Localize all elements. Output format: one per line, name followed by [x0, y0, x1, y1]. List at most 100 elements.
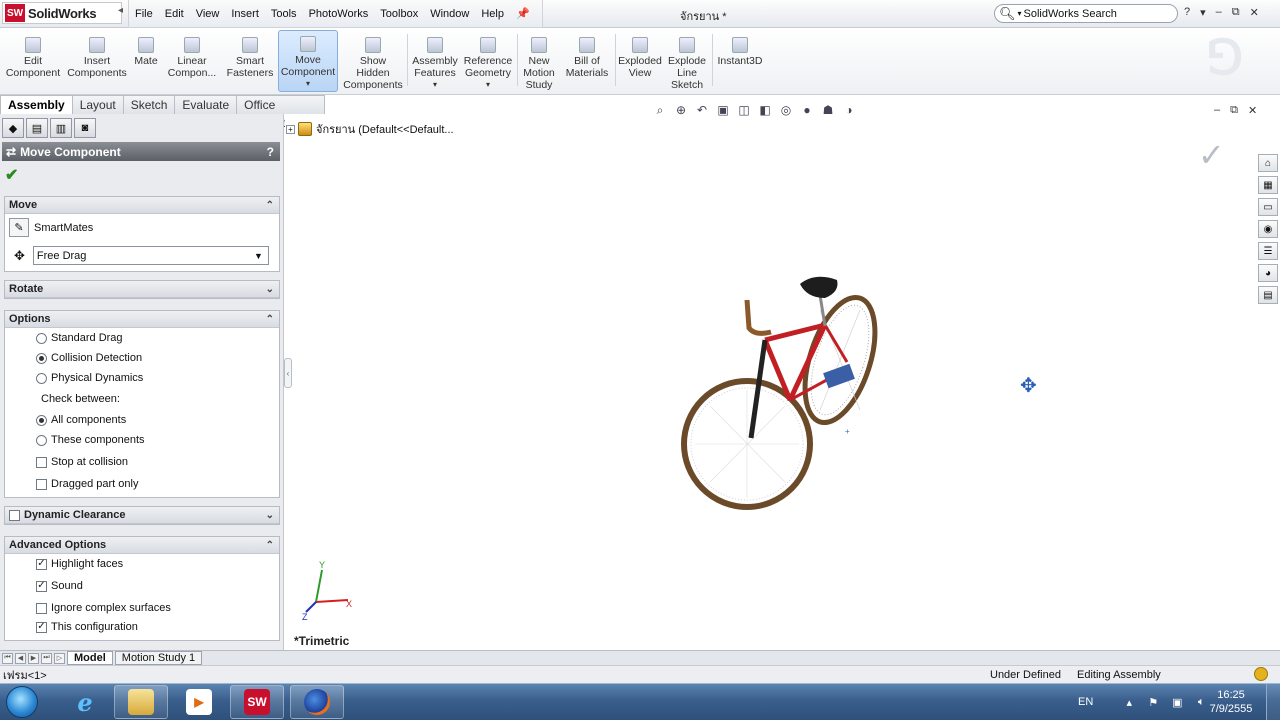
collapse-icon[interactable]: ⌃ — [266, 200, 274, 211]
search-box[interactable]: 🔍︎ ▾ SolidWorks Search — [994, 4, 1178, 23]
solidworks-resources-icon[interactable]: ⌂ — [1258, 154, 1278, 172]
tab-sketch[interactable]: Sketch — [122, 95, 176, 114]
menu-photoworks[interactable]: PhotoWorks — [303, 8, 375, 20]
collapse-icon[interactable]: ⌃ — [266, 540, 274, 551]
expand-icon[interactable]: ⌄ — [266, 284, 274, 295]
display-manager-tab-icon[interactable]: ◙ — [74, 118, 96, 138]
checkbox[interactable]: ✓ — [36, 580, 47, 592]
help-dropdown-button[interactable]: ▾ — [1200, 6, 1206, 19]
view-settings-icon[interactable]: ◑ — [841, 102, 857, 118]
apply-scene-icon[interactable]: ☗ — [820, 102, 836, 118]
radio-collision-detection[interactable]: Collision Detection — [36, 352, 142, 364]
frame[interactable] — [748, 294, 849, 439]
move-mode-select[interactable]: Free Drag ▼ — [32, 246, 269, 265]
menu-window[interactable]: Window — [424, 8, 475, 20]
action-center-flag-icon[interactable]: ⚑ — [1145, 695, 1161, 709]
section-view-icon[interactable]: ▣ — [715, 102, 731, 118]
radio-button[interactable] — [36, 332, 47, 344]
viewport-close-button[interactable]: ✕ — [1248, 104, 1257, 117]
end-tab-icon[interactable]: ▷ — [54, 652, 65, 664]
radio-button[interactable] — [36, 434, 47, 446]
radio-these-components[interactable]: These components — [36, 434, 145, 446]
smart-fasteners-button[interactable]: Smart Fasteners — [222, 28, 278, 95]
collapse-icon[interactable]: ⌃ — [266, 314, 274, 325]
pin-menu-icon[interactable]: 📌 — [510, 7, 536, 20]
tab-model[interactable]: Model — [67, 651, 113, 665]
menu-tools[interactable]: Tools — [265, 8, 303, 20]
tab-evaluate[interactable]: Evaluate — [174, 95, 238, 114]
help-button[interactable]: ? — [1184, 6, 1190, 19]
system-clock[interactable]: 16:25 7/9/2555 — [1206, 688, 1256, 716]
move-component-button[interactable]: Move Component ▾ — [278, 30, 338, 92]
saddle[interactable] — [800, 276, 838, 298]
smartmates-icon[interactable]: ✎ — [9, 218, 29, 237]
expand-icon[interactable]: ⌄ — [266, 510, 274, 521]
assembly-features-button[interactable]: Assembly Features ▾ — [410, 28, 460, 95]
menu-file[interactable]: File — [129, 8, 159, 20]
taskbar-windows-explorer[interactable] — [114, 685, 168, 719]
rear-wheel[interactable] — [791, 289, 880, 431]
checkbox-dragged-part-only[interactable]: Dragged part only — [36, 478, 138, 490]
show-hidden-icons-icon[interactable]: ▴ — [1121, 695, 1137, 709]
prev-tab-icon[interactable]: ◀ — [15, 652, 26, 664]
close-button[interactable]: ✕ — [1250, 6, 1259, 19]
menu-edit[interactable]: Edit — [159, 8, 190, 20]
menu-help[interactable]: Help — [475, 8, 510, 20]
taskbar-media-player[interactable]: ▶ — [172, 685, 226, 719]
dynamic-clearance-checkbox[interactable] — [9, 509, 20, 521]
next-tab-icon[interactable]: ▶ — [28, 652, 39, 664]
show-desktop-button[interactable] — [1266, 684, 1280, 720]
bill-of-materials-button[interactable]: Bill of Materials — [561, 28, 613, 95]
menu-view[interactable]: View — [190, 8, 226, 20]
search-icon[interactable]: 🔍︎ — [999, 6, 1016, 22]
expand-icon[interactable]: + — [286, 124, 295, 134]
checkbox[interactable]: ✓ — [36, 621, 47, 633]
hide-show-items-icon[interactable]: ◎ — [778, 102, 794, 118]
move-dropdown-icon[interactable]: ▾ — [306, 78, 310, 90]
tab-layout[interactable]: Layout — [71, 95, 124, 114]
rotate-group-header[interactable]: Rotate ⌄ — [5, 281, 279, 298]
viewport-restore-button[interactable]: ⧉ — [1230, 104, 1238, 117]
checkbox-sound[interactable]: ✓ Sound — [36, 580, 83, 592]
checkbox-ignore-complex-surfaces[interactable]: Ignore complex surfaces — [36, 602, 171, 614]
viewport-minimize-button[interactable]: – — [1214, 104, 1220, 117]
exploded-view-button[interactable]: Exploded View — [616, 28, 664, 95]
edit-appearance-icon[interactable]: ● — [799, 102, 815, 118]
tab-motion-study-1[interactable]: Motion Study 1 — [114, 651, 203, 665]
handlebar[interactable] — [744, 299, 772, 336]
edit-component-button[interactable]: Edit Component — [4, 28, 62, 95]
checkbox[interactable] — [36, 456, 47, 468]
explode-line-sketch-button[interactable]: Explode Line Sketch — [664, 28, 710, 95]
display-style-icon[interactable]: ◧ — [757, 102, 773, 118]
taskbar-solidworks[interactable]: SW — [230, 685, 284, 719]
appearances-icon[interactable]: ◕ — [1258, 264, 1278, 282]
taskbar-firefox[interactable] — [290, 685, 344, 719]
feature-manager-tab-icon[interactable]: ◆ — [2, 118, 24, 138]
tab-office-products[interactable]: Office Products — [236, 95, 325, 130]
view-orientation-icon[interactable]: ◫ — [736, 102, 752, 118]
solidworks-logo[interactable]: SW SolidWorks — [2, 2, 122, 24]
file-explorer-icon[interactable]: ▭ — [1258, 198, 1278, 216]
radio-button[interactable] — [36, 414, 47, 426]
bicycle-model[interactable]: + — [675, 270, 880, 515]
taskbar-internet-explorer[interactable]: e — [58, 685, 112, 719]
instant3d-button[interactable]: Instant3D — [714, 28, 766, 95]
dynamic-clearance-header[interactable]: Dynamic Clearance ⌄ — [5, 507, 279, 524]
dropdown-icon[interactable]: ▾ — [433, 79, 437, 91]
rebuild-indicator-icon[interactable] — [1254, 667, 1268, 681]
radio-physical-dynamics[interactable]: Physical Dynamics — [36, 372, 143, 384]
menu-toolbox[interactable]: Toolbox — [374, 8, 424, 20]
custom-properties-icon[interactable]: ▤ — [1258, 286, 1278, 304]
show-hidden-components-button[interactable]: Show Hidden Components — [342, 28, 404, 95]
menu-insert[interactable]: Insert — [225, 8, 265, 20]
checkbox-stop-at-collision[interactable]: Stop at collision — [36, 456, 128, 468]
reference-geometry-button[interactable]: Reference Geometry ▾ — [462, 28, 514, 95]
search-dropdown-icon[interactable]: ▾ — [1018, 9, 1022, 18]
language-indicator[interactable]: EN — [1078, 696, 1093, 708]
radio-all-components[interactable]: All components — [36, 414, 126, 426]
previous-view-icon[interactable]: ↶ — [694, 102, 710, 118]
ok-check-icon[interactable]: ✔ — [5, 165, 18, 185]
design-library-icon[interactable]: ▦ — [1258, 176, 1278, 194]
move-group-header[interactable]: Move ⌃ — [5, 197, 279, 214]
linear-component-pattern-button[interactable]: Linear Compon... — [162, 28, 222, 95]
